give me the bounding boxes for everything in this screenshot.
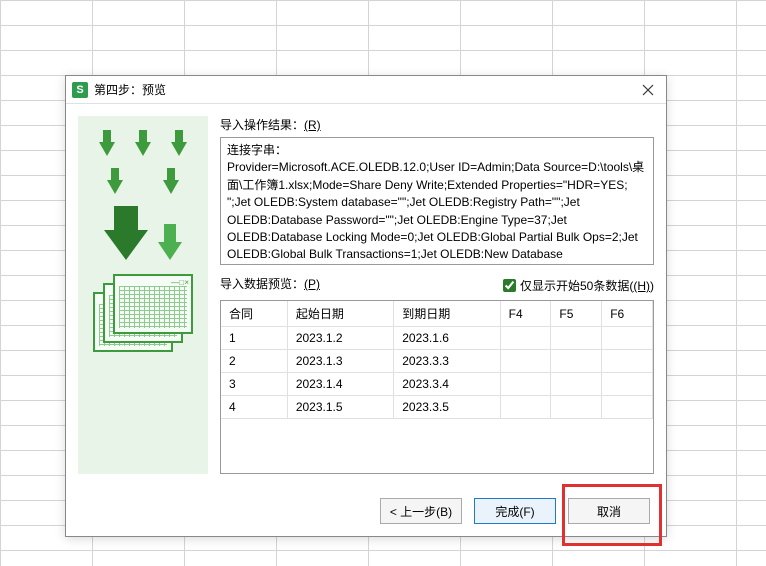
titlebar: S 第四步：预览 — [66, 76, 666, 104]
col-header[interactable]: F4 — [500, 301, 551, 327]
preview-table-container[interactable]: 合同 起始日期 到期日期 F4 F5 F6 12023.1.22023.1.6 — [220, 300, 654, 474]
col-header[interactable]: 到期日期 — [394, 301, 500, 327]
right-panel: 导入操作结果：(R) 连接字串： Provider=Microsoft.ACE.… — [220, 116, 654, 474]
app-icon: S — [72, 82, 88, 98]
col-header[interactable]: 合同 — [221, 301, 287, 327]
result-label: 导入操作结果：(R) — [220, 116, 654, 133]
limit-rows-checkbox[interactable]: 仅显示开始50条数据((H)) — [503, 277, 654, 294]
col-header[interactable]: F6 — [602, 301, 653, 327]
finish-button[interactable]: 完成(F) — [474, 498, 556, 524]
dialog-title: 第四步：预览 — [94, 81, 636, 98]
table-row[interactable]: 22023.1.32023.3.3 — [221, 350, 653, 373]
arrow-down-icon — [107, 180, 123, 194]
arrow-down-large-icon — [104, 230, 148, 260]
back-button[interactable]: < 上一步(B) — [380, 498, 462, 524]
col-header[interactable]: F5 — [551, 301, 602, 327]
limit-rows-input[interactable] — [503, 279, 516, 292]
table-row[interactable]: 42023.1.52023.3.5 — [221, 396, 653, 419]
close-icon — [642, 84, 654, 96]
arrow-down-icon — [163, 180, 179, 194]
spreadsheet-stack-icon: — □ × — □ × — □ × — [93, 274, 193, 354]
table-row[interactable]: 12023.1.22023.1.6 — [221, 327, 653, 350]
arrow-down-icon — [171, 142, 187, 156]
preview-label: 导入数据预览：(P) — [220, 275, 320, 292]
arrow-down-icon — [158, 242, 182, 260]
cancel-button[interactable]: 取消 — [568, 498, 650, 524]
import-illustration-panel: — □ × — □ × — □ × — [78, 116, 208, 474]
dialog-footer: < 上一步(B) 完成(F) 取消 — [66, 486, 666, 536]
col-header[interactable]: 起始日期 — [287, 301, 393, 327]
dialog-body: — □ × — □ × — □ × 导入操作结果：(R) 连接字串： Provi… — [66, 104, 666, 486]
table-row[interactable]: 32023.1.42023.3.4 — [221, 373, 653, 396]
close-button[interactable] — [636, 80, 660, 100]
result-textbox[interactable]: 连接字串： Provider=Microsoft.ACE.OLEDB.12.0;… — [220, 137, 654, 265]
arrow-down-icon — [99, 142, 115, 156]
arrow-down-icon — [135, 142, 151, 156]
import-dialog: S 第四步：预览 — □ × — □ × — □ × — [65, 75, 667, 537]
preview-label-row: 导入数据预览：(P) 仅显示开始50条数据((H)) — [220, 275, 654, 296]
table-header-row: 合同 起始日期 到期日期 F4 F5 F6 — [221, 301, 653, 327]
preview-table: 合同 起始日期 到期日期 F4 F5 F6 12023.1.22023.1.6 — [221, 301, 653, 419]
